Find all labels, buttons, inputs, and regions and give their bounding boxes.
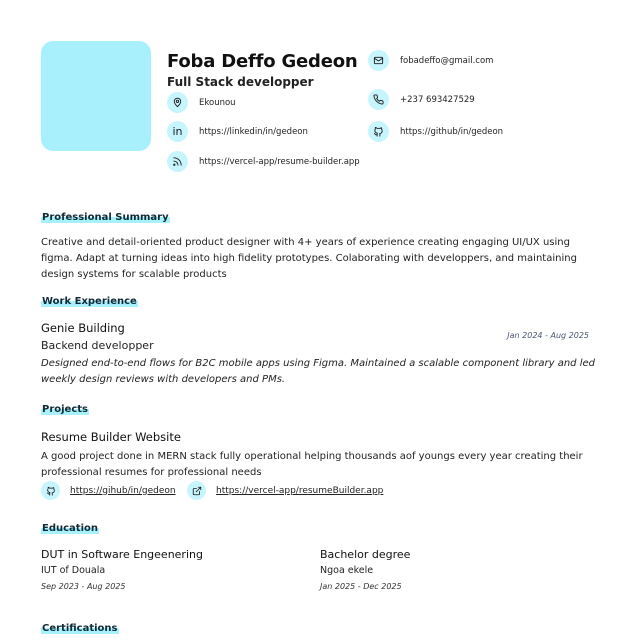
profile-photo: [41, 41, 151, 151]
contact-phone[interactable]: +237 693427529: [368, 89, 475, 110]
email-link[interactable]: fobadeffo@gmail.com: [400, 56, 493, 66]
section-title-education: Education: [41, 523, 99, 534]
summary-text: Creative and detail-oriented product des…: [41, 237, 577, 280]
linkedin-icon: in: [167, 121, 188, 142]
project-live[interactable]: https://vercel-app/resumeBuilder.app: [187, 481, 383, 500]
work-company: Genie Building: [41, 321, 125, 335]
contact-location: Ekounou: [167, 92, 236, 113]
location-text: Ekounou: [199, 97, 236, 108]
job-title: Full Stack developper: [167, 75, 314, 89]
education-dates: Jan 2025 - Dec 2025: [320, 582, 402, 591]
person-name: Foba Deffo Gedeon: [167, 51, 358, 72]
contact-linkedin[interactable]: in https://linkedin/in/gedeon: [167, 121, 308, 142]
work-position: Backend developper: [41, 339, 154, 352]
github-icon: [41, 481, 60, 500]
education-degree: Bachelor degree: [320, 548, 411, 561]
work-description: Designed end-to-end flows for B2C mobile…: [41, 358, 595, 385]
project-repo-link[interactable]: https://gihub/in/gedeon: [70, 486, 176, 496]
rss-icon: [167, 151, 188, 172]
education-school: IUT of Douala: [41, 565, 106, 576]
project-repo[interactable]: https://gihub/in/gedeon: [41, 481, 176, 500]
contact-github[interactable]: https://github/in/gedeon: [368, 121, 503, 142]
external-link-icon: [187, 481, 206, 500]
map-pin-icon: [167, 92, 188, 113]
education-degree: DUT in Software Engeenering: [41, 548, 203, 561]
section-title-projects: Projects: [41, 404, 90, 415]
contact-email[interactable]: fobadeffo@gmail.com: [368, 50, 493, 71]
section-title-work: Work Experience: [41, 296, 138, 307]
project-name: Resume Builder Website: [41, 430, 181, 444]
linkedin-link[interactable]: https://linkedin/in/gedeon: [199, 127, 308, 137]
education-school: Ngoa ekele: [320, 565, 374, 576]
project-live-link[interactable]: https://vercel-app/resumeBuilder.app: [216, 486, 383, 496]
education-dates: Sep 2023 - Aug 2025: [41, 582, 126, 591]
section-title-certifications: Certifications: [41, 623, 119, 634]
section-title-summary: Professional Summary: [41, 212, 170, 223]
project-description: A good project done in MERN stack fully …: [41, 451, 583, 478]
mail-icon: [368, 50, 389, 71]
work-dates: Jan 2024 - Aug 2025: [507, 331, 589, 340]
phone-text[interactable]: +237 693427529: [400, 95, 475, 105]
github-icon: [368, 121, 389, 142]
phone-icon: [368, 89, 389, 110]
contact-website[interactable]: https://vercel-app/resume-builder.app: [167, 151, 360, 172]
website-link[interactable]: https://vercel-app/resume-builder.app: [199, 157, 360, 167]
github-link[interactable]: https://github/in/gedeon: [400, 127, 503, 137]
